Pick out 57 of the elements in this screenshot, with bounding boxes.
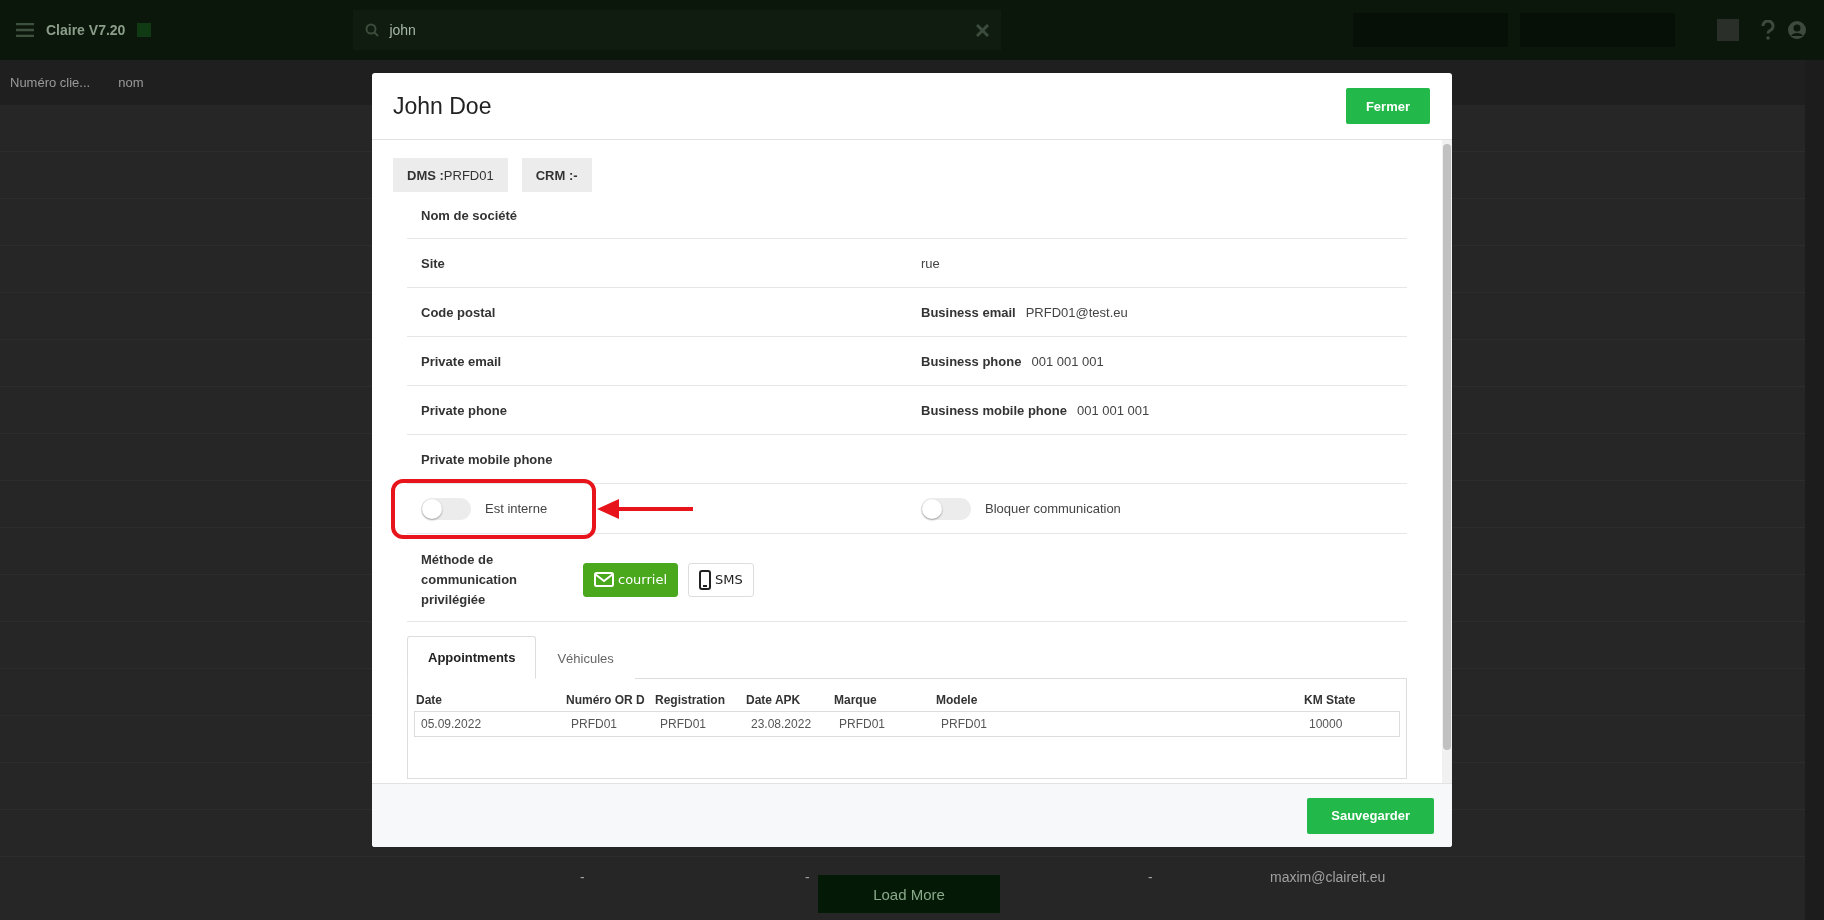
field-label: Private phone (421, 402, 507, 418)
search-icon (365, 23, 380, 37)
field-value: 001 001 001 (1031, 353, 1104, 369)
field-label: Code postal (421, 304, 496, 320)
table-cell-text: PRFD01 (940, 717, 988, 731)
table-cell-text: PRFD01 (659, 717, 707, 731)
table-cell-text: 23.08.2022 (750, 717, 813, 731)
column-header: KM State (1303, 693, 1357, 707)
table-cell: maxim@claireit.eu (1270, 869, 1386, 885)
field-label: Site (421, 255, 445, 271)
field-value: PRFD01@test.eu (1025, 304, 1128, 320)
load-more-button[interactable]: Load More (818, 875, 1000, 913)
field-label: Nom de société (421, 207, 518, 223)
table-cell: - (1148, 869, 1153, 885)
column-header: Numéro OR D (565, 693, 646, 707)
field-label: Business phone (921, 353, 1022, 369)
table-row[interactable]: 05.09.2022 PRFD01 PRFD01 23.08.2022 PRFD01 PRFD01 10000 (414, 711, 1400, 737)
phone-icon (699, 569, 712, 590)
tab[interactable]: Appointments (407, 636, 537, 679)
id-tag: DMS :PRFD01 (393, 158, 508, 192)
status-badge (137, 23, 152, 37)
field-label: Méthode de communication privilégiée (421, 550, 519, 609)
id-tag: CRM :- (521, 158, 592, 192)
menu-icon[interactable] (16, 23, 34, 37)
column-header: Registration (654, 693, 726, 707)
envelope-icon (594, 572, 614, 587)
column-header: Date (415, 693, 443, 707)
field-label: Business email (921, 304, 1016, 320)
table-cell-text: PRFD01 (570, 717, 618, 731)
column-header: Date APK (745, 693, 802, 707)
table-cell: - (805, 869, 810, 885)
table-cell: - (580, 869, 585, 885)
column-header: Modele (935, 693, 979, 707)
dialog-title: John Doe (393, 92, 492, 120)
toggle-label: Est interne (485, 501, 548, 516)
field-label: Business mobile phone (921, 402, 1067, 418)
toggle-switch[interactable] (421, 497, 471, 520)
user-icon[interactable] (1787, 20, 1808, 40)
table-cell-text: 10000 (1308, 717, 1344, 731)
app-title: Claire V7.20 (46, 22, 126, 38)
field-value: rue (921, 255, 940, 271)
field-value: 001 001 001 (1076, 402, 1150, 418)
scrollbar-thumb[interactable] (1443, 144, 1451, 750)
help-icon[interactable] (1761, 20, 1776, 40)
column-header: nom (118, 75, 144, 90)
table-cell-text: PRFD01 (838, 717, 886, 731)
column-header: Marque (833, 693, 878, 707)
toggle-label: Bloquer communication (985, 501, 1121, 516)
clear-icon[interactable] (976, 23, 990, 37)
field-label: Private email (421, 353, 502, 369)
method-option[interactable]: SMS (688, 562, 754, 597)
header-square (1717, 19, 1740, 41)
column-header: Numéro clie... (10, 75, 91, 90)
field-label: Private mobile phone (421, 451, 553, 467)
search-field[interactable]: john (353, 10, 1002, 50)
toggle-switch[interactable] (921, 497, 971, 520)
table-cell-text: 05.09.2022 (420, 717, 483, 731)
